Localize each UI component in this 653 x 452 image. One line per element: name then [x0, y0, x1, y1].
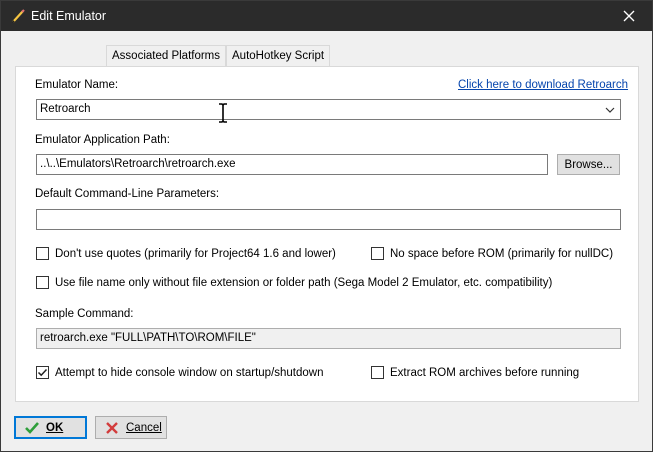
- checkbox-label: Attempt to hide console window on startu…: [55, 366, 324, 379]
- edit-emulator-dialog: Edit Emulator Associated Platforms AutoH…: [0, 0, 653, 452]
- close-button[interactable]: [606, 1, 652, 31]
- browse-button[interactable]: Browse...: [557, 154, 620, 175]
- pencil-icon: [12, 9, 25, 23]
- no-space-checkbox[interactable]: No space before ROM (primarily for nullD…: [371, 247, 613, 260]
- checkbox-label: Extract ROM archives before running: [390, 366, 580, 379]
- extract-rom-checkbox[interactable]: Extract ROM archives before running: [371, 366, 579, 379]
- tab-associated-platforms[interactable]: Associated Platforms: [106, 45, 227, 66]
- cancel-label: Cancel: [126, 421, 162, 434]
- checkbox-box[interactable]: [371, 247, 384, 260]
- checkbox-label: Use file name only without file extensio…: [55, 276, 553, 289]
- filename-only-checkbox[interactable]: Use file name only without file extensio…: [36, 276, 552, 289]
- emulator-name-label: Emulator Name:: [35, 79, 119, 91]
- emulator-name-value: Retroarch: [40, 103, 91, 115]
- download-retroarch-link[interactable]: Click here to download Retroarch: [458, 79, 628, 91]
- red-x-icon: [106, 421, 118, 434]
- cmdline-input[interactable]: [36, 209, 621, 230]
- text-cursor-icon: [219, 103, 227, 123]
- app-path-label: Emulator Application Path:: [35, 134, 170, 146]
- cmdline-label: Default Command-Line Parameters:: [35, 188, 220, 200]
- green-checkmark-icon: [25, 421, 39, 434]
- checkbox-box[interactable]: [36, 366, 49, 379]
- app-path-input[interactable]: ..\..\Emulators\Retroarch\retroarch.exe: [36, 154, 548, 175]
- title-bar[interactable]: Edit Emulator: [1, 1, 652, 31]
- checkbox-box[interactable]: [36, 276, 49, 289]
- ok-button[interactable]: OK: [14, 416, 87, 439]
- checkmark-icon: [37, 368, 48, 377]
- checkbox-box[interactable]: [36, 247, 49, 260]
- emulator-name-combobox[interactable]: Retroarch: [36, 99, 621, 120]
- window-title: Edit Emulator: [31, 9, 107, 23]
- tab-panel: Emulator Name: Click here to download Re…: [15, 66, 639, 402]
- sample-command-field: retroarch.exe "FULL\PATH\TO\ROM\FILE": [36, 328, 621, 349]
- checkbox-box[interactable]: [371, 366, 384, 379]
- cancel-button[interactable]: Cancel: [95, 416, 167, 439]
- tab-autohotkey-script[interactable]: AutoHotkey Script: [226, 45, 331, 66]
- close-icon: [623, 10, 635, 22]
- tab-strip: Associated Platforms AutoHotkey Script: [106, 45, 331, 67]
- checkbox-label: Don't use quotes (primarily for Project6…: [55, 247, 336, 260]
- ok-label: OK: [46, 421, 64, 434]
- chevron-down-icon: [605, 107, 615, 113]
- sample-command-label: Sample Command:: [35, 308, 134, 320]
- hide-console-checkbox[interactable]: Attempt to hide console window on startu…: [36, 366, 324, 379]
- no-quotes-checkbox[interactable]: Don't use quotes (primarily for Project6…: [36, 247, 336, 260]
- checkbox-label: No space before ROM (primarily for nullD…: [390, 247, 614, 260]
